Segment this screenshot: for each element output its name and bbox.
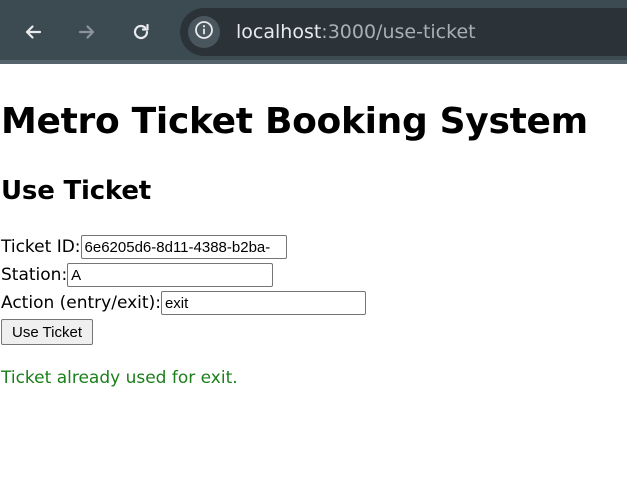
page-title: Metro Ticket Booking System [1,101,588,142]
status-message: Ticket already used for exit. [1,368,238,388]
url-host: localhost [236,21,322,43]
arrow-left-icon [23,22,43,42]
station-label: Station: [1,265,68,285]
url-path: :3000/use-ticket [321,21,476,43]
address-bar[interactable]: localhost:3000/use-ticket [180,8,627,56]
station-input[interactable] [67,263,274,287]
reload-button[interactable] [123,14,159,50]
site-info-button[interactable] [188,16,220,48]
action-input[interactable] [160,291,366,315]
arrow-right-icon [77,22,97,42]
action-row: Action (entry/exit): [1,290,366,316]
reload-icon [131,22,151,42]
info-icon [194,20,214,44]
browser-toolbar: localhost:3000/use-ticket [0,0,627,64]
url-text[interactable]: localhost:3000/use-ticket [236,20,476,44]
ticket-id-input[interactable] [80,235,287,259]
action-label: Action (entry/exit): [1,293,161,313]
ticket-id-label: Ticket ID: [1,237,81,257]
back-button[interactable] [15,14,51,50]
station-row: Station: [1,262,274,288]
ticket-id-row: Ticket ID: [1,234,287,260]
forward-button[interactable] [69,14,105,50]
section-title: Use Ticket [1,176,151,206]
use-ticket-button[interactable]: Use Ticket [1,319,93,345]
